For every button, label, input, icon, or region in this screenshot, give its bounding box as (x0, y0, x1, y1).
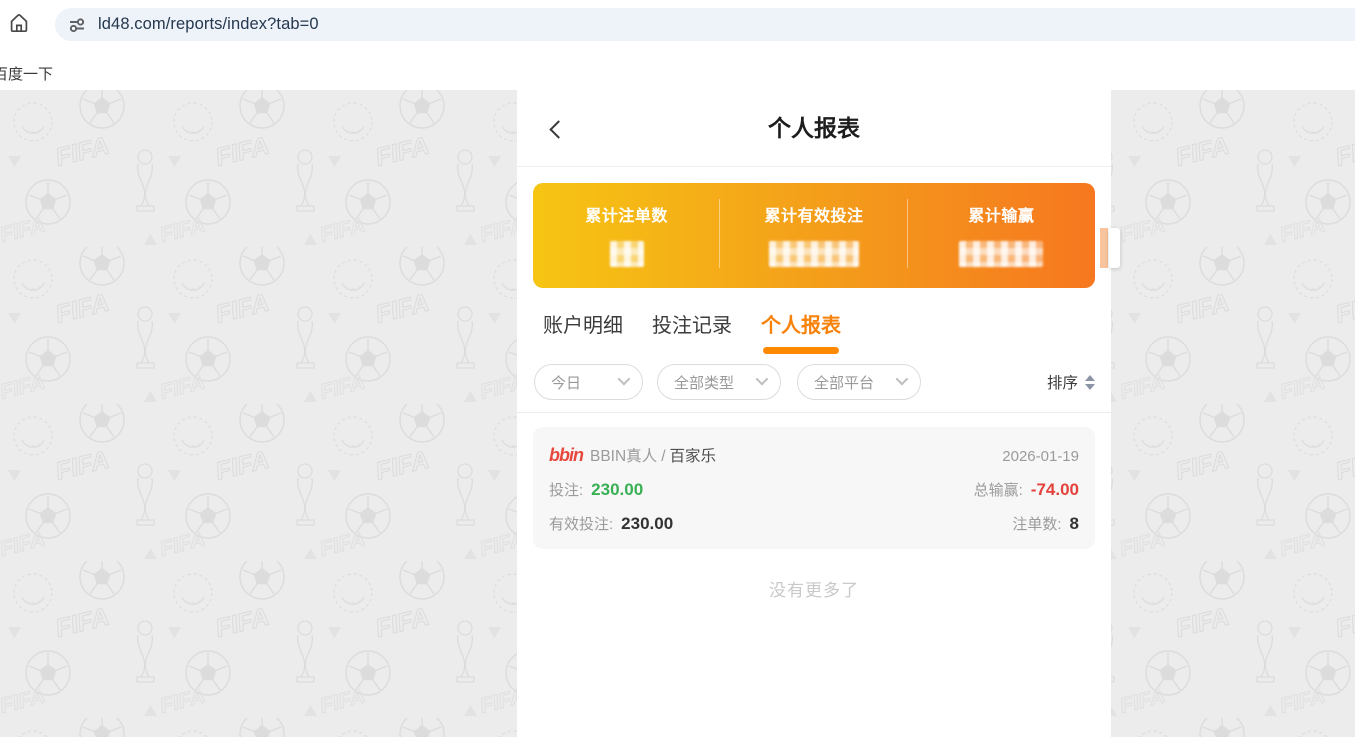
bet-count-value: 8 (1070, 514, 1079, 534)
cumulative-stats-card: 累计注单数 累计有效投注 累计输赢 (533, 183, 1095, 288)
bet-count-label: 注单数: (1012, 513, 1061, 534)
game-name: 百家乐 (670, 444, 717, 466)
floating-widget-accent (1100, 228, 1108, 268)
valid-bet-label: 有效投注: (549, 513, 613, 534)
record-valid-bet-row: 有效投注: 230.00 注单数: 8 (549, 513, 1079, 534)
name-separator: / (661, 448, 665, 466)
sort-label: 排序 (1047, 371, 1078, 393)
panel-header: 个人报表 (517, 90, 1111, 167)
bookmarks-bar: 百度一下 (0, 46, 1355, 90)
home-button[interactable] (7, 11, 31, 35)
platform-filter-dropdown[interactable]: 全部平台 (797, 364, 921, 400)
browser-toolbar: ld48.com/reports/index?tab=0 (0, 0, 1355, 46)
url-bar[interactable]: ld48.com/reports/index?tab=0 (55, 8, 1355, 41)
record-header-row: bbin BBIN真人 / 百家乐 2026-01-19 (549, 444, 1079, 466)
stat-label: 累计注单数 (585, 202, 668, 226)
platform-filter-label: 全部平台 (814, 372, 874, 393)
page-title: 个人报表 (517, 90, 1111, 167)
type-filter-label: 全部类型 (674, 372, 734, 393)
browser-chrome: ld48.com/reports/index?tab=0 百度一下 (0, 0, 1355, 90)
masked-value (769, 241, 859, 267)
bbin-logo: bbin (549, 445, 583, 466)
page-background: FIFA (0, 90, 1355, 737)
record-bet-row: 投注: 230.00 总输赢: -74.00 (549, 479, 1079, 500)
floating-widget-body (1109, 228, 1120, 268)
tab-bar: 账户明细 投注记录 个人报表 (543, 309, 1111, 354)
winloss-value: -74.00 (1031, 480, 1079, 500)
tab-account-details[interactable]: 账户明细 (543, 309, 623, 354)
home-icon (7, 11, 31, 35)
stat-label: 累计有效投注 (764, 202, 863, 226)
stat-total-valid-bets: 累计有效投注 (720, 183, 907, 288)
valid-bet-value: 230.00 (621, 514, 673, 534)
sort-arrows-icon (1085, 375, 1095, 390)
divider (517, 412, 1111, 413)
bet-value: 230.00 (591, 480, 643, 500)
report-panel: 个人报表 累计注单数 累计有效投注 累计输赢 账户明细 投注记录 个人报表 今日 (517, 90, 1111, 737)
stat-label: 累计输赢 (968, 202, 1034, 226)
winloss-label: 总输赢: (974, 479, 1023, 500)
bet-label: 投注: (549, 479, 583, 500)
chevron-down-icon (896, 372, 909, 385)
bookmark-baidu[interactable]: 百度一下 (0, 63, 53, 84)
no-more-text: 没有更多了 (517, 576, 1111, 601)
stat-total-winloss: 累计输赢 (908, 183, 1095, 288)
provider-name: BBIN真人 (590, 444, 657, 466)
url-text[interactable]: ld48.com/reports/index?tab=0 (98, 15, 319, 34)
date-filter-label: 今日 (551, 372, 581, 393)
masked-value (959, 241, 1043, 267)
date-filter-dropdown[interactable]: 今日 (534, 364, 643, 400)
type-filter-dropdown[interactable]: 全部类型 (657, 364, 781, 400)
chevron-down-icon (618, 372, 631, 385)
tab-personal-report[interactable]: 个人报表 (761, 309, 841, 354)
sort-control[interactable]: 排序 (1047, 371, 1095, 393)
filter-row: 今日 全部类型 全部平台 排序 (534, 364, 1095, 400)
stat-total-bet-count: 累计注单数 (533, 183, 720, 288)
site-permissions-icon[interactable] (64, 12, 90, 38)
floating-widget[interactable] (1100, 228, 1120, 268)
record-date: 2026-01-19 (1002, 448, 1079, 465)
report-record-card[interactable]: bbin BBIN真人 / 百家乐 2026-01-19 投注: 230.00 … (533, 427, 1095, 549)
chevron-down-icon (756, 372, 769, 385)
tab-bet-records[interactable]: 投注记录 (652, 309, 732, 354)
masked-value (610, 241, 644, 267)
